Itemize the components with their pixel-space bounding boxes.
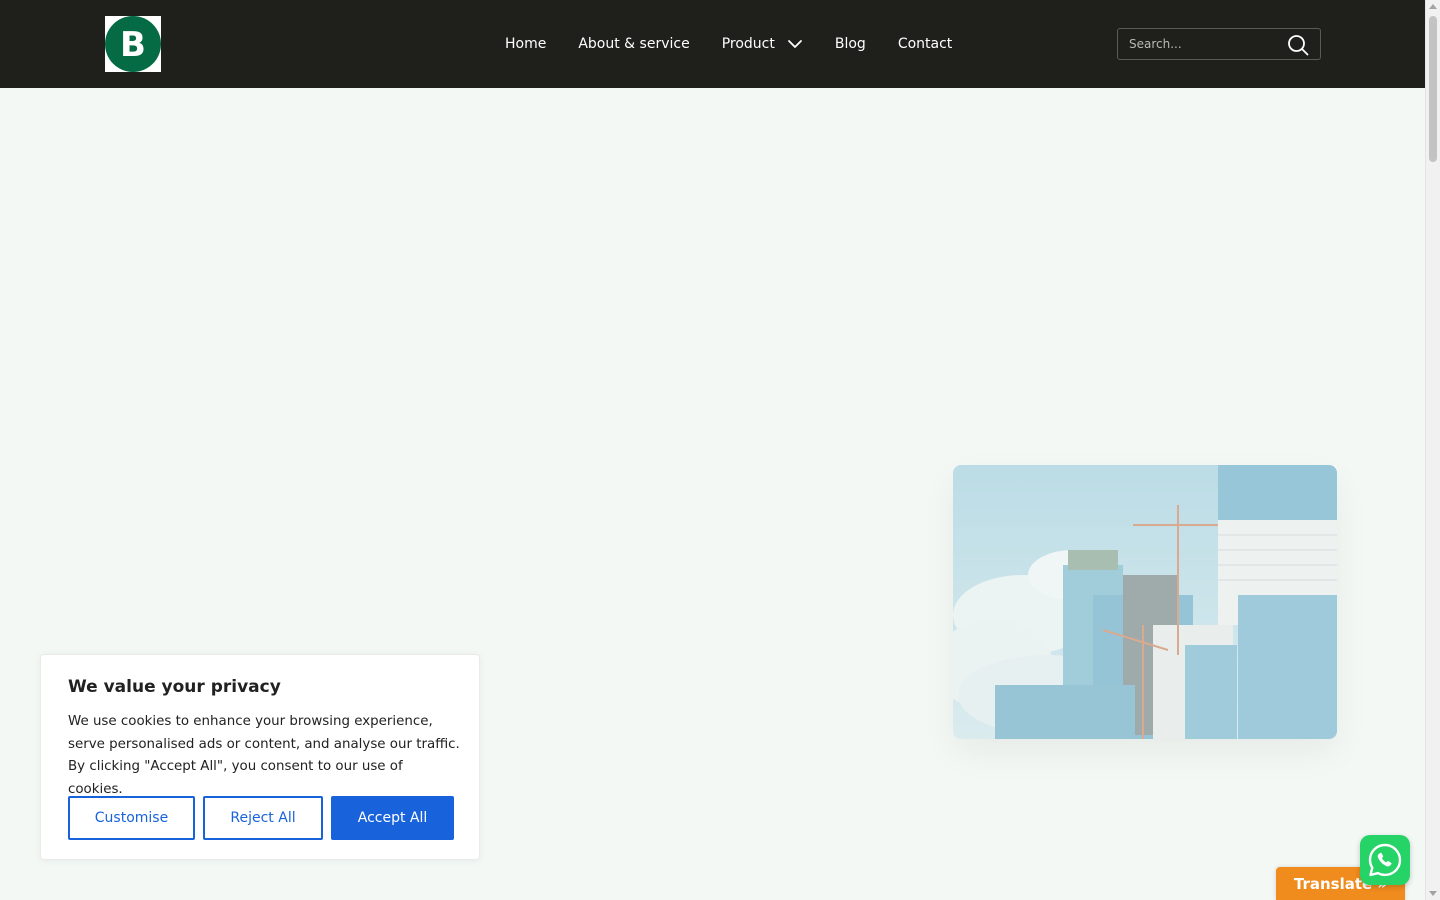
site-header: B Home About & service Product Blog Cont… bbox=[0, 0, 1425, 88]
whatsapp-icon bbox=[1368, 843, 1402, 877]
main-nav: Home About & service Product Blog Contac… bbox=[505, 0, 984, 88]
accept-all-button[interactable]: Accept All bbox=[331, 796, 454, 840]
construction-buildings-image bbox=[953, 465, 1337, 739]
scrollbar-thumb[interactable] bbox=[1429, 16, 1437, 162]
search-form bbox=[1117, 28, 1321, 60]
svg-text:B: B bbox=[120, 25, 146, 65]
nav-product-label: Product bbox=[721, 36, 775, 52]
cookie-consent-banner: We value your privacy We use cookies to … bbox=[40, 654, 480, 860]
chevron-down-icon[interactable] bbox=[787, 39, 803, 49]
nav-blog-label: Blog bbox=[834, 36, 866, 52]
scroll-up-arrow-icon[interactable] bbox=[1429, 4, 1437, 9]
site-logo[interactable]: B bbox=[105, 16, 161, 72]
cookie-title: We value your privacy bbox=[68, 677, 281, 697]
nav-about-label: About & service bbox=[578, 36, 690, 52]
nav-contact[interactable]: Contact bbox=[898, 36, 952, 52]
nav-home-label: Home bbox=[505, 36, 547, 52]
search-icon[interactable] bbox=[1286, 33, 1310, 57]
nav-contact-label: Contact bbox=[897, 36, 953, 52]
reject-all-button[interactable]: Reject All bbox=[203, 796, 323, 840]
nav-blog[interactable]: Blog bbox=[835, 36, 866, 52]
customise-button[interactable]: Customise bbox=[68, 796, 195, 840]
nav-product[interactable]: Product bbox=[722, 36, 803, 52]
scroll-down-arrow-icon[interactable] bbox=[1429, 891, 1437, 896]
cookie-description: We use cookies to enhance your browsing … bbox=[68, 714, 460, 797]
whatsapp-button[interactable] bbox=[1360, 835, 1410, 885]
search-input[interactable] bbox=[1118, 29, 1284, 59]
nav-home[interactable]: Home bbox=[505, 36, 546, 52]
logo-mark: B bbox=[105, 16, 161, 72]
nav-about-service[interactable]: About & service bbox=[578, 36, 689, 52]
page-scrollbar[interactable] bbox=[1425, 0, 1440, 900]
